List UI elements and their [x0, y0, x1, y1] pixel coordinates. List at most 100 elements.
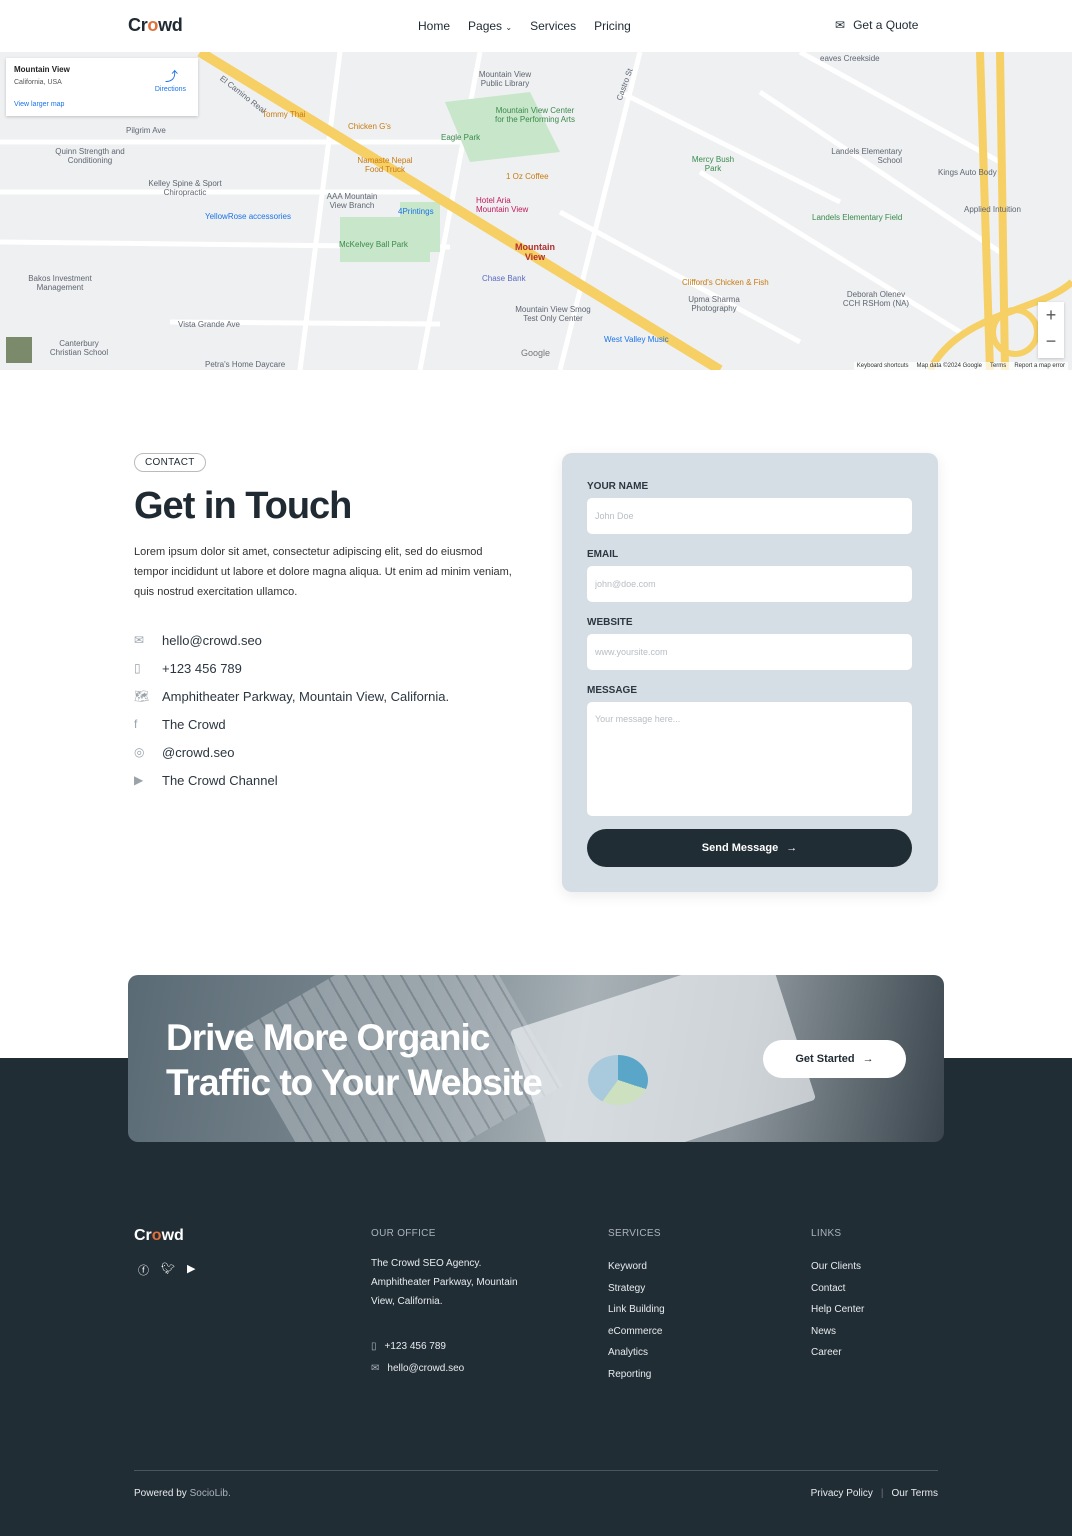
legal-links: Privacy Policy | Our Terms	[811, 1488, 938, 1499]
get-started-button[interactable]: Get Started →	[763, 1040, 906, 1078]
footer-link[interactable]: Help Center	[811, 1299, 864, 1321]
phone-text: +123 456 789	[384, 1340, 446, 1352]
divider: |	[880, 1488, 884, 1499]
main-menu: Home Pages ⌄ Services Pricing	[418, 19, 631, 33]
footer-link[interactable]: Strategy	[608, 1278, 665, 1300]
contact-text: Amphitheater Parkway, Mountain View, Cal…	[162, 688, 450, 704]
report-error-link[interactable]: Report a map error	[1014, 363, 1065, 369]
footer-phone[interactable]: ▯ +123 456 789	[371, 1335, 464, 1357]
footer-link[interactable]: Reporting	[608, 1364, 665, 1386]
arrow-right-icon: →	[786, 842, 798, 854]
get-quote-button[interactable]: ✉ Get a Quote	[835, 18, 918, 32]
map-label: Vista Grande Ave	[178, 320, 240, 329]
links-list: Our Clients Contact Help Center News Car…	[811, 1256, 864, 1364]
zoom-in-button[interactable]: +	[1038, 302, 1064, 328]
footer-link[interactable]: eCommerce	[608, 1321, 665, 1343]
footer-link[interactable]: Analytics	[608, 1342, 665, 1364]
phone-icon: ▯	[134, 661, 141, 675]
contact-form: YOUR NAME EMAIL WEBSITE MESSAGE Send Mes…	[562, 453, 938, 892]
footer-link[interactable]: Our Clients	[811, 1256, 864, 1278]
map-label: Kings Auto Body	[938, 168, 997, 177]
mail-icon: ✉	[134, 633, 145, 647]
contact-email[interactable]: ✉ hello@crowd.seo	[134, 626, 449, 654]
cta-banner: Drive More Organic Traffic to Your Websit…	[128, 975, 944, 1142]
map-label: West Valley Music	[604, 335, 669, 344]
map-label: Tommy Thai	[262, 110, 306, 119]
website-label: WEBSITE	[587, 617, 633, 628]
map-label: Mountain View Smog Test Only Center	[515, 305, 591, 323]
footer-email[interactable]: ✉ hello@crowd.seo	[371, 1357, 464, 1379]
map-embed[interactable]: El Camino Real Tommy Thai Chicken G's Mo…	[0, 52, 1072, 370]
terms-link[interactable]: Our Terms	[892, 1488, 939, 1499]
phone-icon: ▯	[371, 1340, 377, 1352]
place-title: Mountain View	[14, 65, 70, 74]
contact-instagram[interactable]: ◎ @crowd.seo	[134, 738, 449, 766]
footer-link[interactable]: Career	[811, 1342, 864, 1364]
zoom-out-button[interactable]: −	[1038, 328, 1064, 354]
terms-link[interactable]: Terms	[990, 363, 1006, 369]
map-label: eaves Creekside	[820, 54, 880, 63]
map-attribution: Keyboard shortcuts Map data ©2024 Google…	[853, 362, 1068, 370]
map-label: Chase Bank	[482, 274, 526, 283]
map-label: YellowRose accessories	[205, 212, 291, 221]
map-label: Bakos Investment Management	[28, 274, 92, 292]
email-label: EMAIL	[587, 549, 619, 560]
contact-text: The Crowd	[162, 716, 226, 732]
banner-headline: Drive More Organic Traffic to Your Websit…	[166, 1015, 543, 1105]
map-label: Mountain View Center for the Performing …	[494, 106, 576, 124]
get-started-label: Get Started	[795, 1053, 855, 1065]
message-textarea[interactable]	[587, 702, 912, 816]
map-label: Hotel Aria Mountain View	[476, 196, 529, 214]
footer-link[interactable]: News	[811, 1321, 864, 1343]
office-address: The Crowd SEO Agency. Amphitheater Parkw…	[371, 1258, 518, 1307]
facebook-icon[interactable]: ⓕ	[138, 1262, 149, 1278]
powered-by: Powered by SocioLib.	[134, 1488, 231, 1499]
logo[interactable]: Crowd	[128, 15, 183, 36]
view-larger-map-link[interactable]: View larger map	[14, 101, 64, 108]
footer-link[interactable]: Keyword	[608, 1256, 665, 1278]
nav-pages[interactable]: Pages ⌄	[468, 19, 512, 33]
banner-line: Traffic to Your Website	[166, 1062, 543, 1103]
contact-phone[interactable]: ▯ +123 456 789	[134, 654, 449, 682]
contact-facebook[interactable]: f The Crowd	[134, 710, 449, 738]
page-title: Get in Touch	[134, 485, 352, 527]
directions-link[interactable]: Directions	[155, 86, 186, 93]
top-nav: Crowd Home Pages ⌄ Services Pricing ✉ Get…	[0, 0, 1072, 52]
footer-link[interactable]: Contact	[811, 1278, 864, 1300]
google-logo: Google	[521, 348, 551, 358]
email-input[interactable]	[587, 566, 912, 602]
footer-logo[interactable]: Crowd	[134, 1227, 184, 1245]
map-label: Quinn Strength and Conditioning	[55, 147, 125, 165]
logo-text: Cr	[134, 1227, 152, 1244]
instagram-icon: ◎	[134, 745, 145, 759]
nav-services[interactable]: Services	[530, 19, 576, 33]
nav-home[interactable]: Home	[418, 19, 450, 33]
map-label: Applied Intuition	[964, 205, 1021, 214]
footer-contact: ▯ +123 456 789 ✉ hello@crowd.seo	[371, 1335, 464, 1379]
directions-icon[interactable]: ⤴	[165, 66, 178, 85]
footer-link[interactable]: Link Building	[608, 1299, 665, 1321]
website-input[interactable]	[587, 634, 912, 670]
youtube-icon[interactable]: ▶	[187, 1262, 195, 1278]
mail-icon: ✉	[835, 18, 846, 32]
name-input[interactable]	[587, 498, 912, 534]
privacy-policy-link[interactable]: Privacy Policy	[811, 1488, 873, 1499]
contact-list: ✉ hello@crowd.seo ▯ +123 456 789 🗺︎ Amphith…	[134, 626, 449, 794]
links-heading: LINKS	[811, 1228, 842, 1239]
logo-accent: o	[147, 15, 159, 35]
keyboard-shortcuts-link[interactable]: Keyboard shortcuts	[857, 363, 909, 369]
place-subtitle: California, USA	[14, 79, 62, 86]
send-label: Send Message	[701, 842, 779, 854]
contact-address: 🗺︎ Amphitheater Parkway, Mountain View, C…	[134, 682, 449, 710]
map-place-card: Mountain View California, USA View large…	[6, 58, 198, 116]
nav-pricing[interactable]: Pricing	[594, 19, 631, 33]
contact-youtube[interactable]: ▶ The Crowd Channel	[134, 766, 449, 794]
youtube-icon: ▶	[134, 773, 144, 787]
name-label: YOUR NAME	[587, 481, 649, 492]
sociolib-link[interactable]: SocioLib.	[190, 1488, 231, 1499]
map-label: Clifford's Chicken & Fish	[682, 278, 769, 287]
email-text: hello@crowd.seo	[387, 1362, 465, 1374]
send-message-button[interactable]: Send Message →	[587, 829, 912, 867]
twitter-icon[interactable]: 🐦︎	[161, 1262, 175, 1278]
footer-divider	[134, 1470, 938, 1471]
